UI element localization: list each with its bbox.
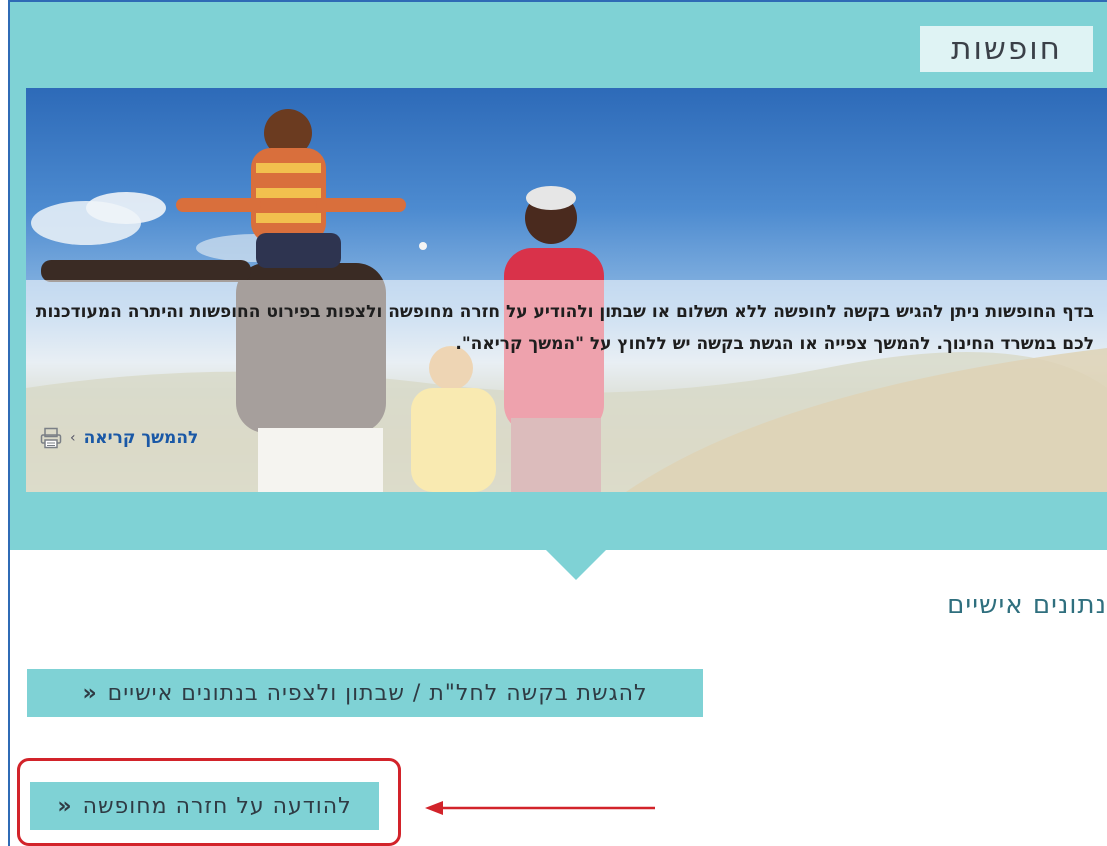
page-title-box: חופשות [920, 26, 1093, 72]
annotation-arrow-icon [425, 801, 655, 815]
chevron-left-icon: ‹ [70, 430, 76, 446]
page-title: חופשות [951, 31, 1062, 67]
printer-icon[interactable] [40, 427, 62, 449]
hero-description: בדף החופשות ניתן להגיש בקשה לחופשה ללא ת… [35, 302, 1094, 354]
read-more-link[interactable]: להמשך קריאה [84, 428, 199, 448]
banner-pointer [546, 550, 606, 580]
double-chevron-icon: « [82, 680, 98, 706]
leave-request-button[interactable]: להגשת בקשה לחל"ת / שבתון ולצפיה בנתונים … [27, 669, 703, 717]
section-title-personal-data: נתונים אישיים [947, 590, 1107, 620]
leave-request-label: להגשת בקשה לחל"ת / שבתון ולצפיה בנתונים … [107, 680, 648, 706]
read-more-row: ‹ להמשך קריאה [40, 427, 198, 449]
annotation-highlight-box [17, 758, 401, 846]
